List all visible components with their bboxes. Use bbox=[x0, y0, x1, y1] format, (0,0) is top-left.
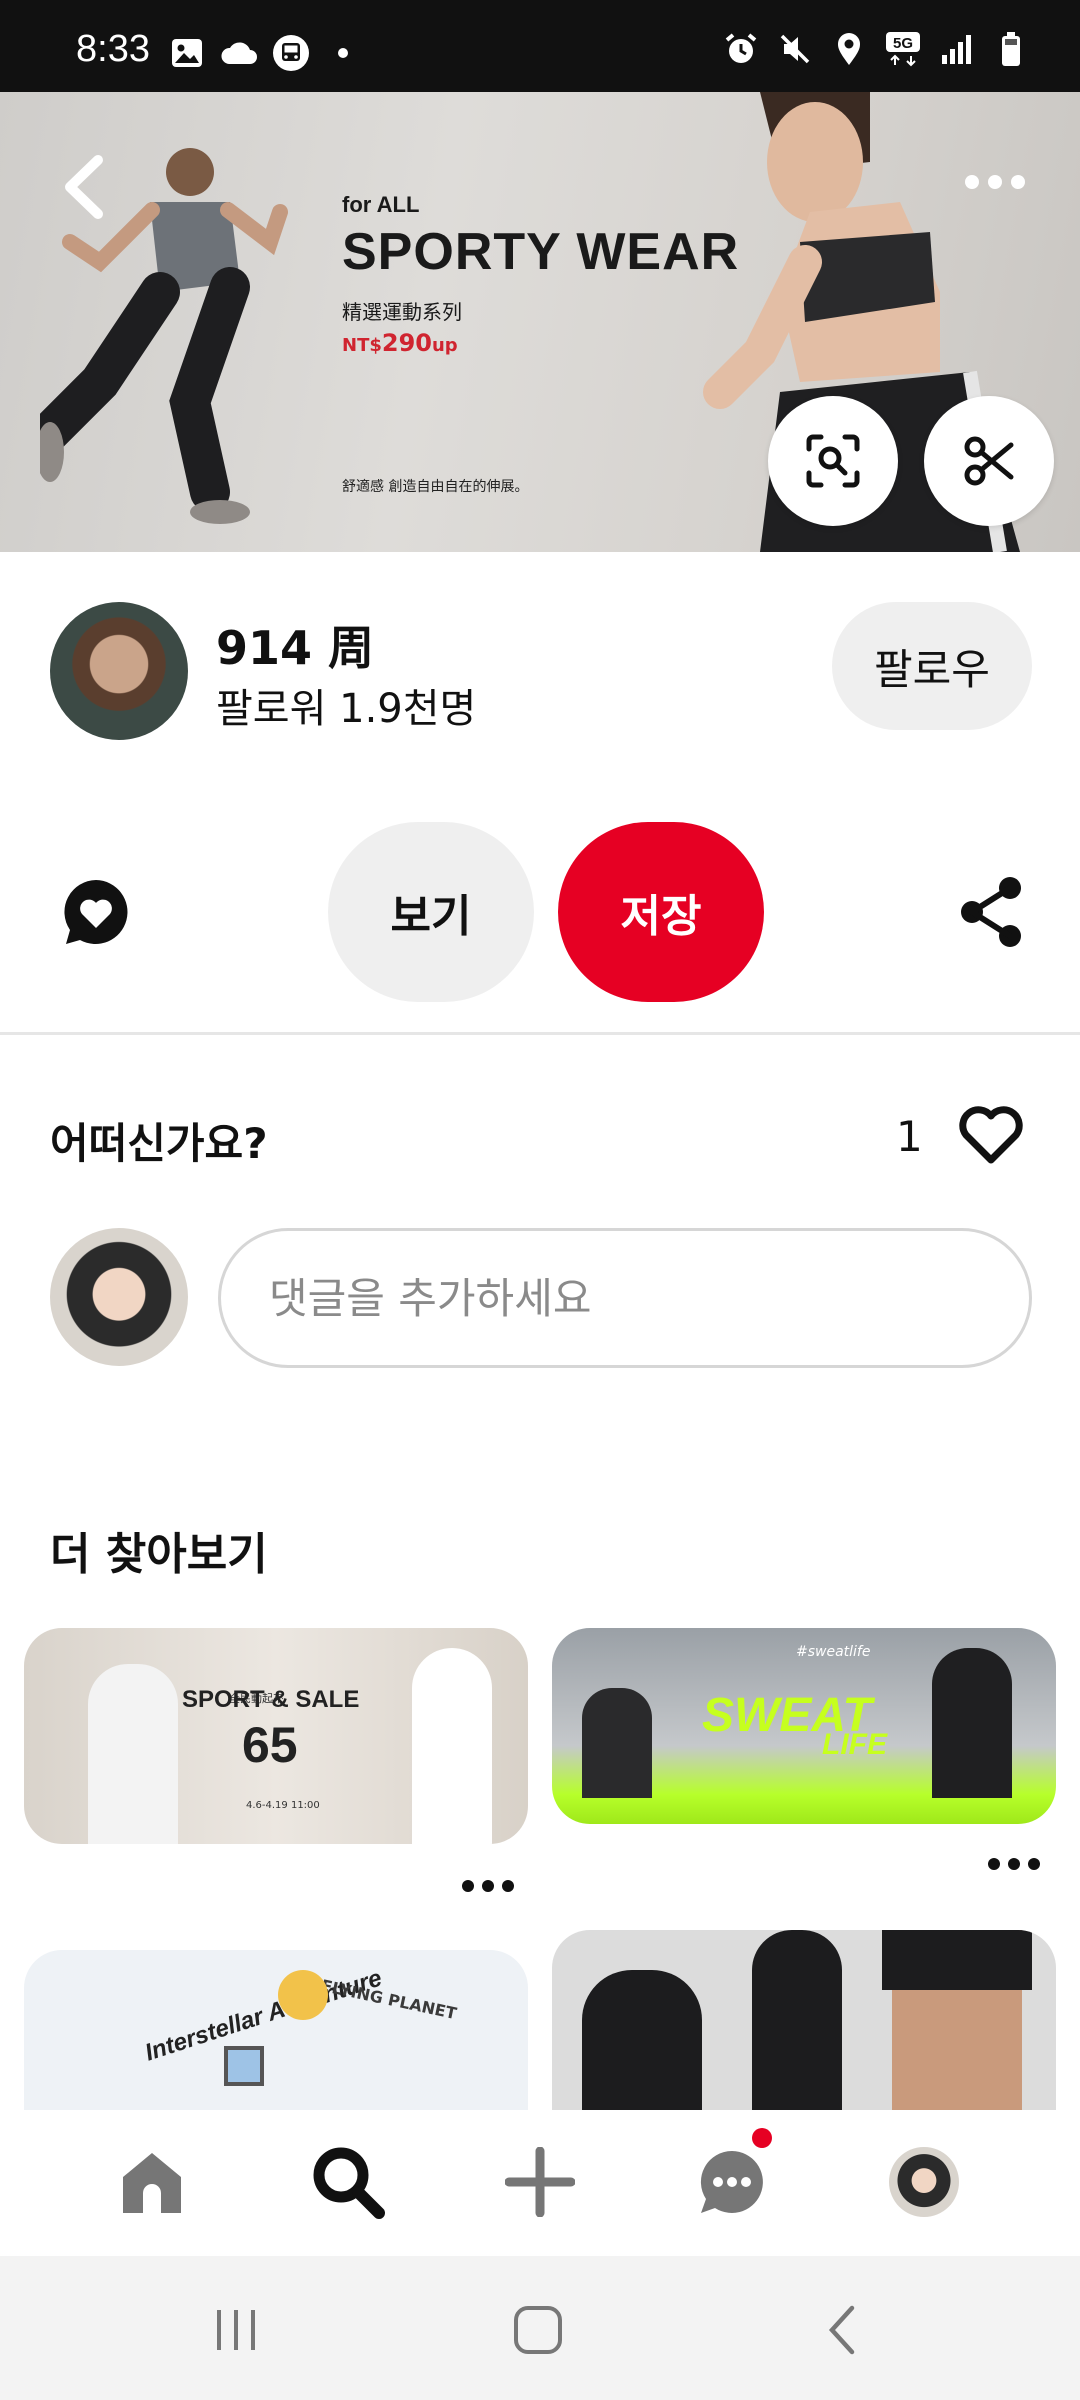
pin-person-shape bbox=[932, 1648, 1012, 1798]
nav-messages[interactable] bbox=[690, 2140, 774, 2224]
view-button[interactable]: 보기 bbox=[328, 822, 534, 1002]
pin-sub-headline: LIFE bbox=[822, 1728, 887, 1761]
more-horizontal-icon bbox=[462, 1880, 514, 1892]
pin-shorts-shape bbox=[882, 1930, 1032, 1990]
my-avatar bbox=[50, 1228, 188, 1366]
more-horizontal-icon bbox=[988, 1858, 1040, 1870]
pin-person-shape bbox=[88, 1664, 178, 1844]
pin-more-button[interactable] bbox=[984, 1852, 1044, 1876]
visual-search-button[interactable] bbox=[768, 396, 898, 526]
home-icon bbox=[123, 2153, 181, 2213]
more-options-button[interactable] bbox=[962, 162, 1028, 202]
bus-icon bbox=[272, 34, 310, 72]
lens-search-icon bbox=[806, 434, 860, 488]
pin-tag: #sweatlife bbox=[796, 1644, 871, 1660]
comment-input[interactable] bbox=[218, 1228, 1032, 1368]
explore-pin[interactable] bbox=[552, 1930, 1056, 2110]
location-icon bbox=[830, 30, 868, 68]
creator-avatar[interactable] bbox=[50, 602, 188, 740]
back-system-button[interactable] bbox=[802, 2300, 882, 2360]
planet-icon bbox=[278, 1970, 328, 2020]
status-left-icons bbox=[168, 34, 362, 72]
hero-for-label: for ALL bbox=[342, 192, 420, 217]
explore-pin[interactable]: Interstellar Adventure FLYING PLANET bbox=[24, 1950, 528, 2110]
heart-outline-icon bbox=[959, 1106, 1023, 1164]
scissors-icon bbox=[964, 436, 1014, 486]
comments-question: 어떠신가요? bbox=[50, 1119, 268, 1168]
nav-create[interactable] bbox=[498, 2140, 582, 2224]
svg-text:5G: 5G bbox=[893, 35, 913, 52]
recent-apps-button[interactable] bbox=[196, 2300, 276, 2360]
hero-subtitle: 精選運動系列 bbox=[342, 300, 462, 324]
satellite-icon bbox=[224, 2046, 264, 2086]
chat-icon bbox=[700, 2151, 763, 2213]
mute-icon bbox=[776, 30, 814, 68]
status-time: 8:33 bbox=[76, 28, 150, 70]
explore-pin[interactable]: 全民動起來 SPORT & SALE 65 4.6-4.19 11:00 bbox=[24, 1628, 528, 1844]
hero-price-prefix: NT$ bbox=[342, 335, 382, 356]
like-count: 1 bbox=[896, 1112, 923, 1161]
explore-title: 더 찾아보기 bbox=[50, 1529, 268, 1580]
pin-date-text: 4.6-4.19 11:00 bbox=[246, 1800, 320, 1811]
pin-headline: SPORT & SALE bbox=[182, 1686, 360, 1713]
5g-icon: 5G bbox=[884, 30, 922, 68]
creator-name[interactable]: 914 周 bbox=[216, 612, 374, 678]
signal-icon bbox=[938, 30, 976, 68]
heart-bubble-icon bbox=[64, 880, 128, 944]
status-bar: 8:33 5G bbox=[0, 0, 1080, 92]
cloud-icon bbox=[220, 34, 258, 72]
chevron-left-icon bbox=[828, 2305, 855, 2355]
status-right-icons: 5G bbox=[722, 30, 1030, 68]
cut-out-button[interactable] bbox=[924, 396, 1054, 526]
creator-followers: 팔로워 1.9천명 bbox=[216, 686, 477, 732]
follow-button[interactable]: 팔로우 bbox=[832, 602, 1032, 730]
battery-icon bbox=[992, 30, 1030, 68]
notification-badge bbox=[752, 2128, 772, 2148]
dot-icon bbox=[324, 34, 362, 72]
pin-person-shape bbox=[752, 1930, 842, 2110]
pin-person-shape bbox=[582, 1688, 652, 1798]
system-nav bbox=[0, 2256, 1080, 2400]
image-icon bbox=[168, 34, 206, 72]
nav-search[interactable] bbox=[306, 2140, 390, 2224]
plus-icon bbox=[505, 2147, 575, 2217]
home-system-button[interactable] bbox=[498, 2300, 578, 2360]
home-square-icon bbox=[514, 2306, 562, 2354]
pin-more-button[interactable] bbox=[458, 1874, 518, 1898]
like-button[interactable] bbox=[958, 1106, 1024, 1166]
hero-text-block: for ALL SPORTY WEAR 精選運動系列 NT$290up bbox=[342, 192, 739, 357]
hero-title: SPORTY WEAR bbox=[342, 223, 740, 281]
search-icon bbox=[313, 2147, 385, 2219]
nav-profile[interactable] bbox=[882, 2140, 966, 2224]
nav-home[interactable] bbox=[110, 2140, 194, 2224]
more-horizontal-icon bbox=[965, 175, 1025, 189]
pin-person-shape bbox=[582, 1970, 702, 2110]
back-button[interactable] bbox=[56, 152, 116, 222]
hero-price-suffix: up bbox=[431, 335, 458, 356]
bottom-nav bbox=[0, 2110, 1080, 2256]
chevron-left-icon bbox=[65, 155, 103, 219]
pin-big-number: 65 bbox=[242, 1717, 298, 1773]
react-button[interactable] bbox=[60, 876, 132, 948]
recent-apps-icon bbox=[217, 2310, 255, 2350]
pin-person-shape bbox=[412, 1648, 492, 1844]
pin-hero-image[interactable]: for ALL SPORTY WEAR 精選運動系列 NT$290up 舒適感 … bbox=[0, 92, 1080, 552]
hero-price: NT$290up bbox=[342, 329, 739, 357]
hero-footer-text: 舒適感 創造自由自在的伸展。 bbox=[342, 479, 529, 495]
hero-price-value: 290 bbox=[381, 329, 432, 357]
explore-pin[interactable]: #sweatlife SWEAT LIFE bbox=[552, 1628, 1056, 1824]
share-icon bbox=[961, 877, 1021, 947]
share-button[interactable] bbox=[958, 876, 1024, 948]
divider bbox=[0, 1032, 1080, 1035]
alarm-icon bbox=[722, 30, 760, 68]
profile-avatar bbox=[889, 2147, 959, 2217]
save-button[interactable]: 저장 bbox=[558, 822, 764, 1002]
